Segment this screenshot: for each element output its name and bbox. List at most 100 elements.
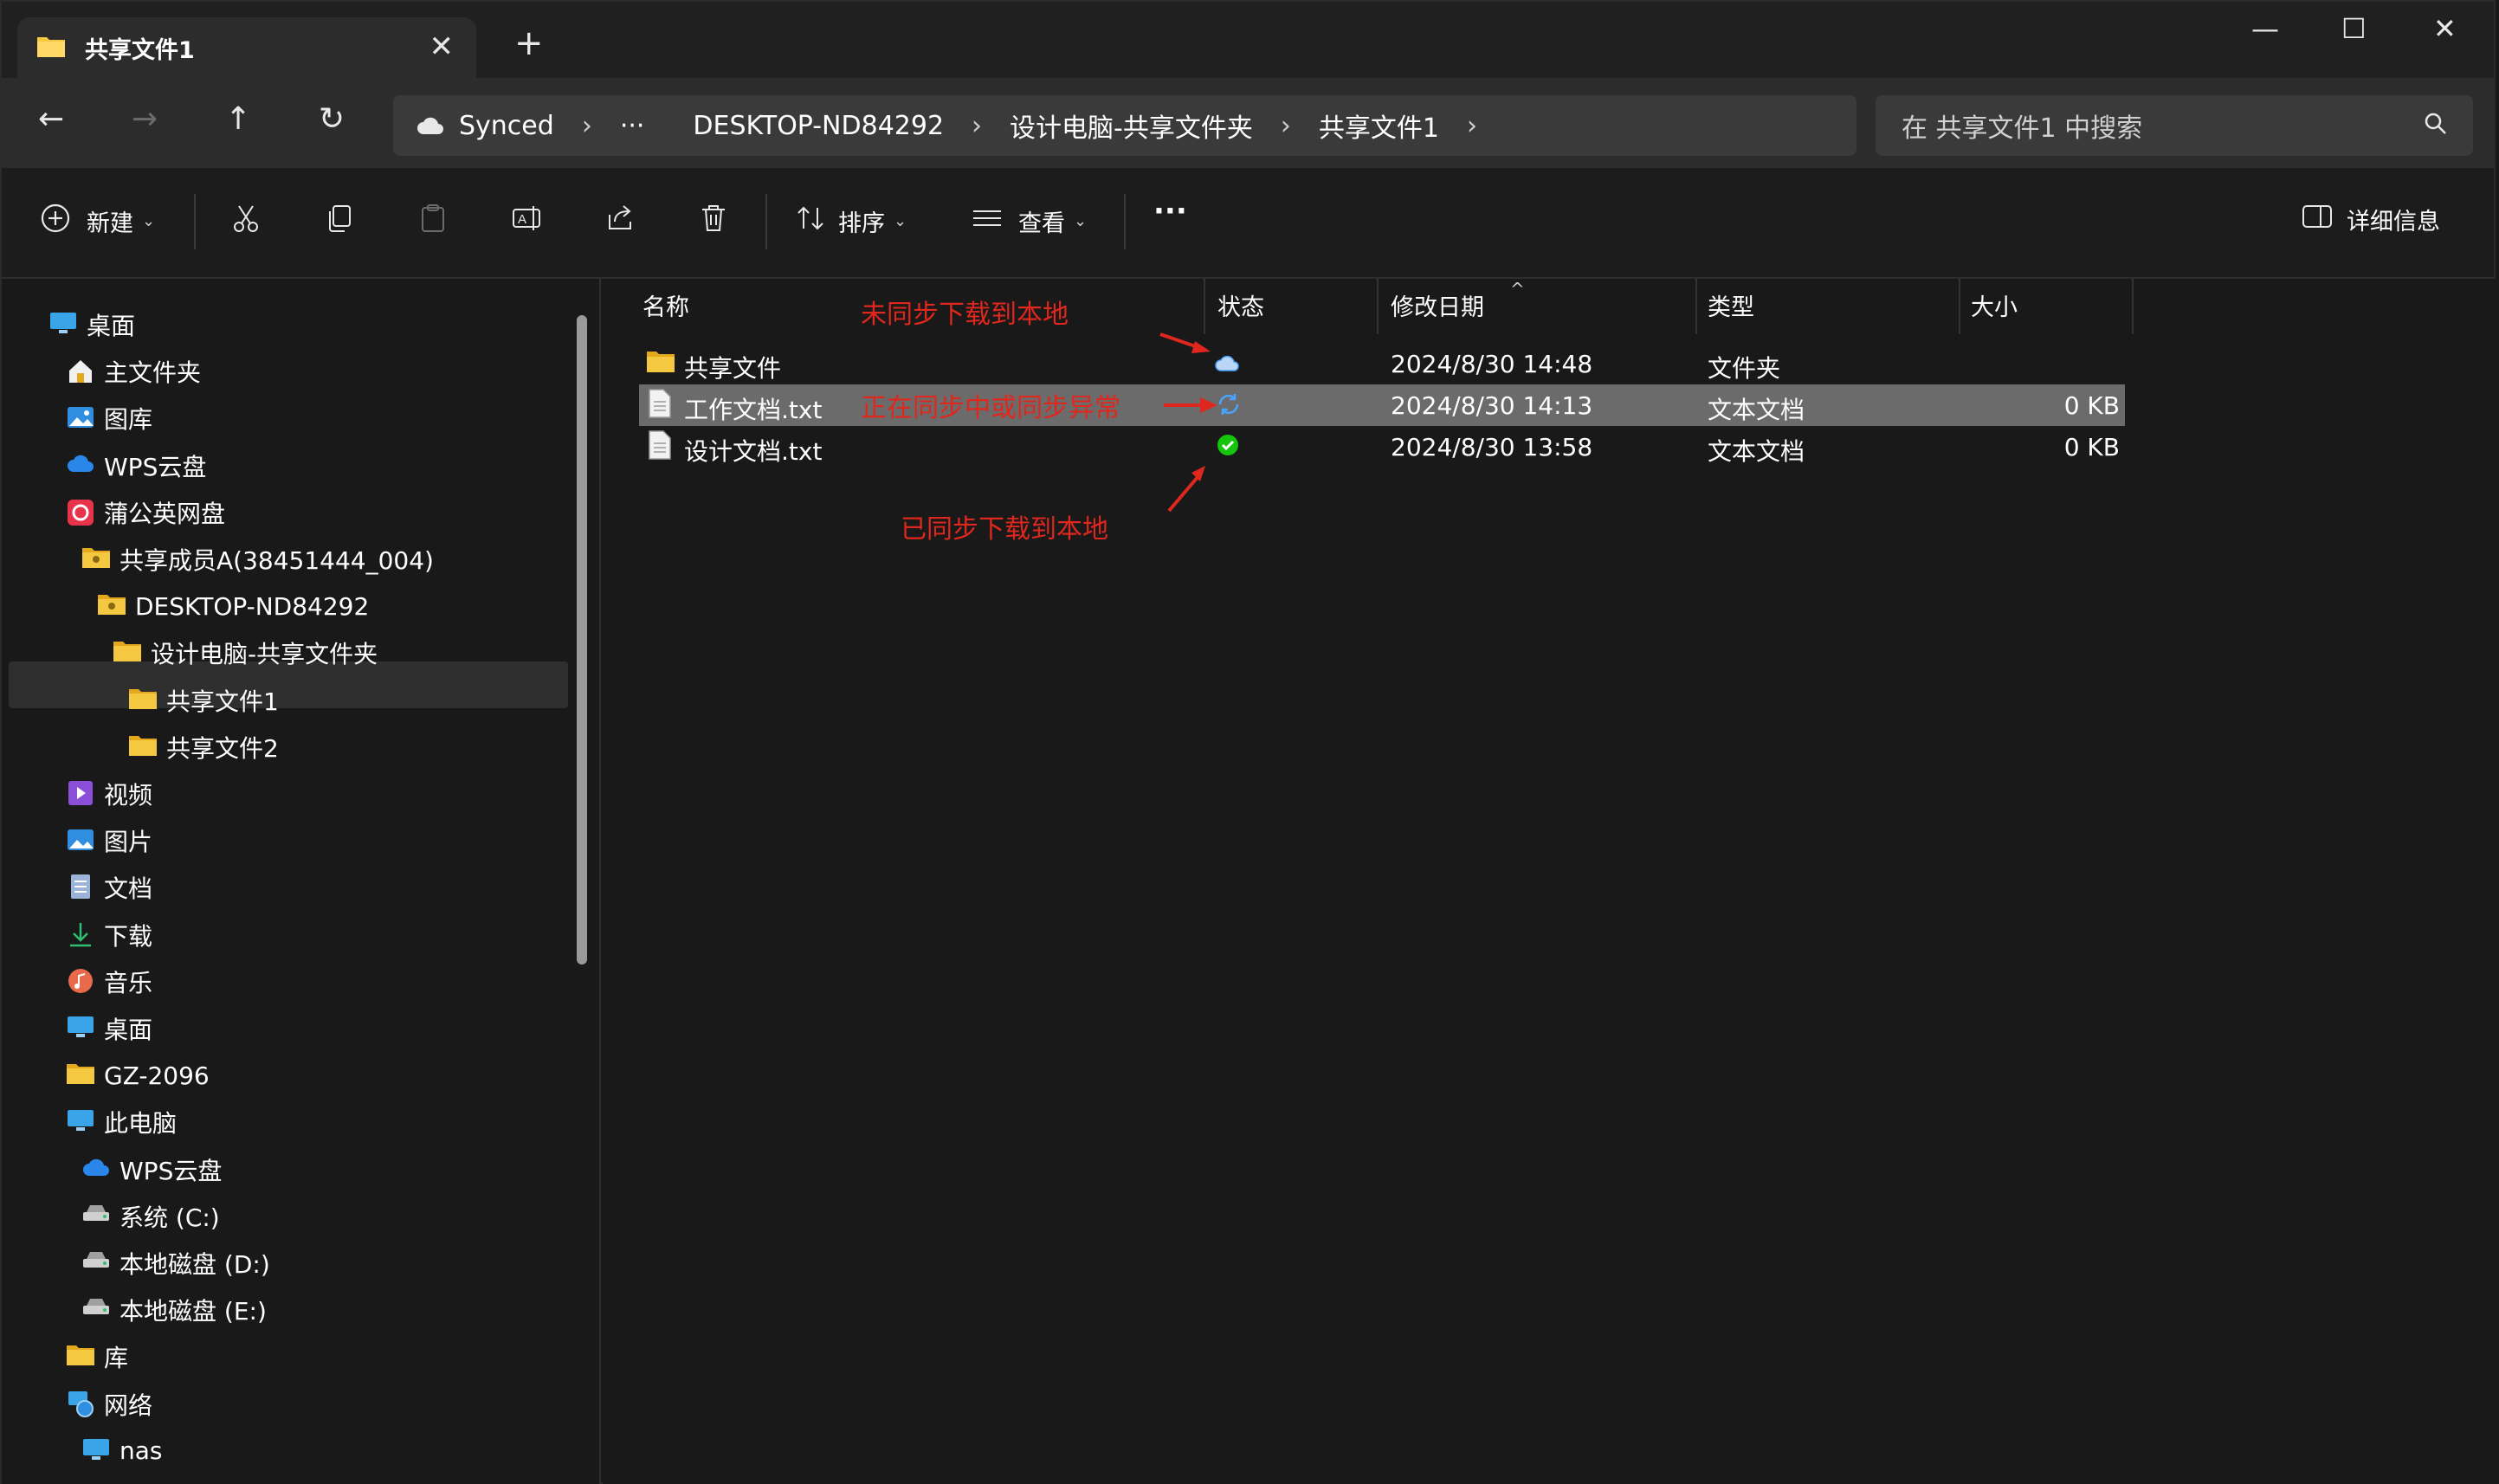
forward-button[interactable]: → xyxy=(132,104,158,135)
computer-icon xyxy=(81,1436,111,1466)
sidebar-item[interactable]: 本地磁盘 (E:) xyxy=(81,1288,267,1332)
copy-button[interactable] xyxy=(324,203,355,240)
sidebar-item-label: 视频 xyxy=(104,781,153,810)
column-divider[interactable] xyxy=(2132,279,2134,334)
sidebar-item[interactable]: WPS云盘 xyxy=(81,1148,222,1191)
sidebar-item[interactable]: 下载 xyxy=(66,913,152,957)
details-pane-button[interactable]: 详细信息 xyxy=(2302,203,2440,236)
search-icon[interactable] xyxy=(2423,111,2449,144)
paste-button[interactable] xyxy=(417,203,449,240)
column-header-status[interactable]: 状态 xyxy=(1217,279,1264,331)
breadcrumb-desktop[interactable]: DESKTOP-ND84292 xyxy=(693,111,944,141)
column-divider[interactable] xyxy=(1204,279,1205,334)
sidebar-item-label: 下载 xyxy=(104,921,153,951)
view-button[interactable]: 查看 ⌄ xyxy=(972,203,1087,240)
sort-button[interactable]: 排序 ⌄ xyxy=(795,203,907,240)
plus-circle-icon xyxy=(40,203,71,240)
sidebar-item[interactable]: WPS云盘 xyxy=(66,444,206,487)
sidebar-item[interactable]: nas xyxy=(81,1429,163,1473)
sort-label: 排序 xyxy=(838,210,885,237)
sidebar-item[interactable]: 共享文件2 xyxy=(128,726,279,769)
sidebar-item[interactable]: 本地磁盘 (D:) xyxy=(81,1242,270,1285)
sidebar-item-label: 控制面板 xyxy=(104,1481,201,1484)
column-divider[interactable] xyxy=(1959,279,1960,334)
sidebar-item[interactable]: 图库 xyxy=(66,397,152,440)
drive-icon xyxy=(81,1295,111,1325)
file-row[interactable]: 设计文档.txt 2024/8/30 13:58 文本文档 0 KB xyxy=(639,426,2125,468)
sidebar-item[interactable]: GZ-2096 xyxy=(66,1054,210,1097)
breadcrumb-overflow[interactable]: ··· xyxy=(620,111,645,141)
column-header-modified[interactable]: 修改日期 xyxy=(1391,279,1484,331)
maximize-button[interactable]: ☐ xyxy=(2341,12,2367,45)
rename-button[interactable]: A xyxy=(511,203,544,240)
window-close-button[interactable]: ✕ xyxy=(2433,12,2457,45)
up-button[interactable]: ↑ xyxy=(225,104,251,135)
sidebar-item-label: WPS云盘 xyxy=(119,1156,223,1185)
minimize-button[interactable]: — xyxy=(2251,12,2279,45)
sidebar-item[interactable]: DESKTOP-ND84292 xyxy=(97,584,369,628)
details-label: 详细信息 xyxy=(2347,209,2440,236)
sidebar-item-label: 设计电脑-共享文件夹 xyxy=(151,640,378,669)
back-button[interactable]: ← xyxy=(38,104,64,135)
sidebar-item[interactable]: 桌面 xyxy=(48,303,135,346)
cloud-status-icon xyxy=(416,115,445,136)
annotation-syncing: 正在同步中或同步异常 xyxy=(861,393,1120,423)
navigation-bar: ← → ↑ ↻ Synced › ··· DESKTOP-ND84292 › 设… xyxy=(2,78,2494,168)
home-icon xyxy=(66,357,95,386)
search-input[interactable]: 在 共享文件1 中搜索 xyxy=(1876,95,2473,156)
column-divider[interactable] xyxy=(1695,279,1697,334)
breadcrumb-shared-file-1[interactable]: 共享文件1 xyxy=(1319,106,1439,145)
trash-icon xyxy=(698,203,729,240)
sync-pending-icon xyxy=(1216,391,1242,423)
file-modified: 2024/8/30 14:13 xyxy=(1391,391,1593,420)
new-button[interactable]: 新建 ⌄ xyxy=(40,203,155,240)
sidebar-item[interactable]: 系统 (C:) xyxy=(81,1195,220,1238)
delete-button[interactable] xyxy=(698,203,729,240)
refresh-button[interactable]: ↻ xyxy=(319,104,345,135)
cut-button[interactable] xyxy=(230,203,262,240)
sidebar-scrollbar[interactable] xyxy=(577,315,587,965)
annotation-downloaded: 已同步下载到本地 xyxy=(901,514,1108,545)
toolbar-divider xyxy=(194,194,196,249)
sidebar-item[interactable]: 音乐 xyxy=(66,960,152,1003)
sidebar-item[interactable]: 网络 xyxy=(66,1383,152,1426)
breadcrumb-shared-folder[interactable]: 设计电脑-共享文件夹 xyxy=(1010,106,1253,145)
tab-shared-file-1[interactable]: 共享文件1 ✕ xyxy=(17,17,476,78)
file-row[interactable]: 共享文件 2024/8/30 14:48 文件夹 xyxy=(639,343,2125,384)
more-options-button[interactable]: ··· xyxy=(1153,194,1187,229)
sidebar-item[interactable]: 主文件夹 xyxy=(66,350,201,393)
sidebar-item[interactable]: 共享成员A(38451444_004) xyxy=(81,538,434,581)
folder-icon xyxy=(128,732,158,762)
sidebar-item-label: 系统 (C:) xyxy=(119,1203,220,1232)
gallery-icon xyxy=(66,403,95,433)
new-tab-button[interactable]: + xyxy=(514,26,544,61)
address-bar[interactable]: Synced › ··· DESKTOP-ND84292 › 设计电脑-共享文件… xyxy=(393,95,1856,156)
column-header-size[interactable]: 大小 xyxy=(1971,279,2018,331)
sidebar-item[interactable]: 蒲公英网盘 xyxy=(66,491,225,534)
sidebar-item[interactable]: 此电脑 xyxy=(66,1100,177,1144)
desktop-icon xyxy=(48,310,78,339)
folder-icon xyxy=(66,1061,95,1090)
sidebar-item[interactable]: 桌面 xyxy=(66,1007,152,1050)
sidebar-item[interactable]: 库 xyxy=(66,1335,128,1378)
sidebar-item[interactable]: 图片 xyxy=(66,819,152,862)
sidebar-item[interactable]: 控制面板 xyxy=(66,1476,201,1484)
chevron-right-icon[interactable]: › xyxy=(1281,111,1291,141)
sidebar-item[interactable]: 文档 xyxy=(66,866,152,909)
column-divider[interactable] xyxy=(1377,279,1379,334)
sidebar-item[interactable]: 设计电脑-共享文件夹 xyxy=(113,631,378,674)
file-modified: 2024/8/30 13:58 xyxy=(1391,433,1593,461)
share-button[interactable] xyxy=(604,203,636,240)
chevron-right-icon[interactable]: › xyxy=(582,111,592,141)
chevron-right-icon[interactable]: › xyxy=(1467,111,1477,141)
sidebar-item-label: nas xyxy=(119,1436,163,1466)
column-header-type[interactable]: 类型 xyxy=(1708,279,1754,331)
sidebar-item[interactable]: 视频 xyxy=(66,772,152,816)
chevron-right-icon[interactable]: › xyxy=(972,111,982,141)
column-header-name[interactable]: 名称 xyxy=(643,279,689,331)
details-pane-icon xyxy=(2302,203,2333,236)
tab-close-icon[interactable]: ✕ xyxy=(429,29,455,64)
file-type: 文本文档 xyxy=(1708,437,1805,466)
sidebar-item[interactable]: 共享文件1 xyxy=(128,679,279,722)
folder-icon xyxy=(646,348,675,380)
